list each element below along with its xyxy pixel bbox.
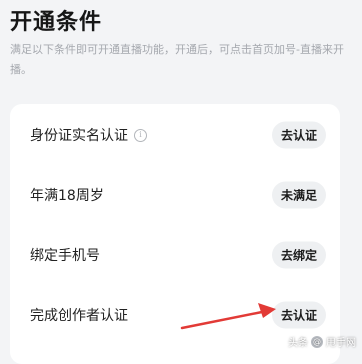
condition-label-text: 完成创作者认证	[30, 308, 128, 324]
condition-row-age: 年满18周岁 未满足	[10, 166, 340, 224]
creator-verify-button[interactable]: 去认证	[271, 301, 326, 329]
watermark-prefix: 头条	[288, 338, 308, 349]
condition-label-text: 身份证实名认证	[30, 128, 128, 144]
bind-phone-button[interactable]: 去绑定	[271, 241, 326, 269]
condition-row-phone: 绑定手机号 去绑定	[10, 226, 340, 284]
condition-label: 身份证实名认证 i	[30, 125, 147, 145]
condition-label: 绑定手机号	[30, 245, 100, 265]
age-status-badge: 未满足	[271, 181, 326, 209]
condition-label: 年满18周岁	[30, 185, 104, 205]
watermark-logo-icon: @	[311, 335, 323, 348]
condition-label: 完成创作者认证	[30, 305, 128, 325]
condition-row-id-verification: 身份证实名认证 i 去认证	[10, 106, 340, 164]
verify-id-button[interactable]: 去认证	[271, 121, 326, 149]
info-circle-icon[interactable]: i	[134, 128, 147, 142]
watermark-name: 甩手网	[326, 338, 356, 349]
page-title: 开通条件	[10, 10, 103, 35]
condition-label-text: 绑定手机号	[30, 248, 100, 264]
conditions-card: 身份证实名认证 i 去认证 年满18周岁 未满足 绑定手机号 去绑定 完成创作者…	[10, 104, 340, 364]
condition-label-text: 年满18周岁	[30, 188, 104, 204]
page-description: 满足以下条件即可开通直播功能，开通后，可点击首页加号-直播来开播。	[10, 43, 344, 76]
watermark: 头条 @ 甩手网	[288, 334, 356, 349]
